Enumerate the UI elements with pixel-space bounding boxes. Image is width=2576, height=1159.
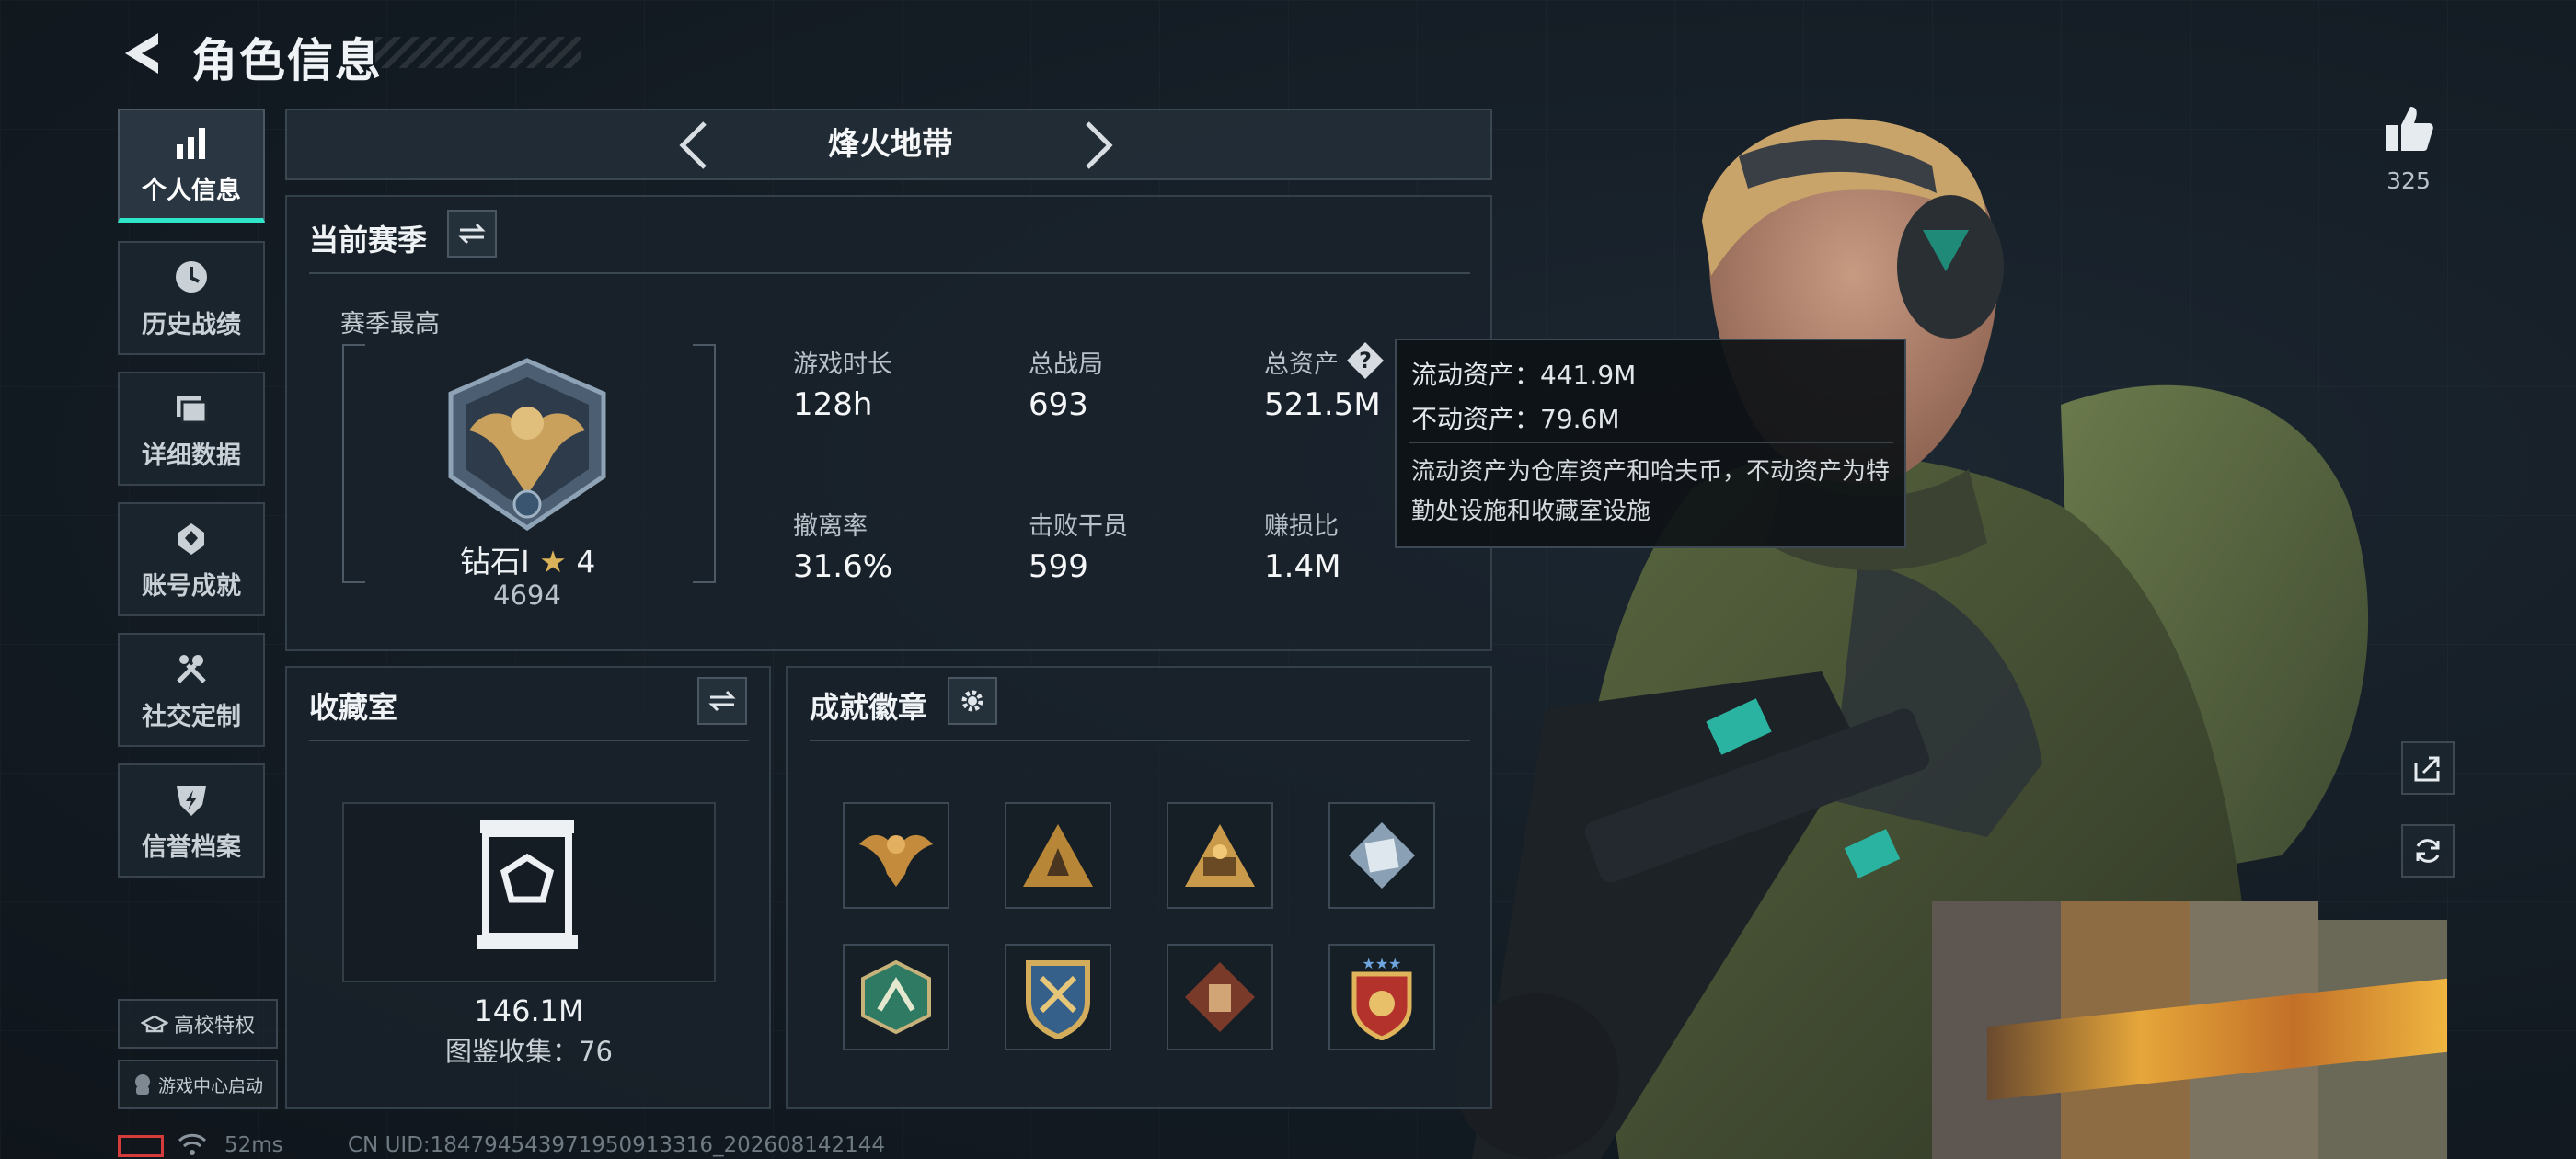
gear-icon [961,690,983,712]
thumbs-up-icon[interactable] [2383,103,2434,155]
shield-crest-badge-icon [1026,960,1090,1039]
page-title: 角色信息 [191,34,383,87]
game-center-icon [134,1074,150,1095]
rank-score: 4694 [493,580,561,611]
campus-privilege-label: 高校特权 [173,1015,255,1038]
sidebar-item-label: 社交定制 [142,702,241,731]
wrench-icon [171,648,212,689]
triangle-badge-icon [1023,824,1093,887]
badge-diamond[interactable] [1167,944,1273,1050]
chevron-left-icon[interactable] [668,118,723,173]
mode-label: 烽火地带 [828,126,953,163]
badge-dice[interactable] [1328,802,1435,909]
stat-label: 撤离率 [793,512,868,541]
game-center-button[interactable]: 游戏中心启动 [118,1060,278,1109]
diamond-badge-icon [1185,962,1255,1032]
sidebar-item-label: 详细数据 [142,441,241,470]
sidebar-item-history[interactable]: 历史战绩 [118,241,265,355]
sidebar-item-details[interactable]: 详细数据 [118,372,265,486]
sidebar-item-label: 信誉档案 [142,832,241,862]
stat-value: 693 [1029,386,1088,423]
sidebar-item-achievements[interactable]: 账号成就 [118,502,265,616]
assets-description: 流动资产为仓库资产和哈夫币，不动资产为特勤处设施和收藏室设施 [1411,458,1891,525]
sidebar-item-label: 账号成就 [142,571,241,601]
badge-star-crest[interactable]: ★★★ [1328,944,1435,1050]
share-button[interactable] [2401,741,2455,795]
season-switch-button[interactable] [447,210,497,258]
mode-selector: 烽火地带 [285,109,1492,180]
badges-title: 成就徽章 [810,690,928,725]
stat-label: 击败干员 [1029,512,1128,541]
sidebar-item-label: 历史战绩 [142,310,241,339]
rank-row: 钻石Ⅰ ★ 4 [460,537,595,581]
achievement-icon [171,518,212,558]
wifi-icon [178,1133,207,1155]
refresh-icon [2416,839,2440,863]
collection-title: 收藏室 [309,690,398,725]
stat-label: 赚损比 [1264,512,1339,541]
stat-label: 总资产 [1264,350,1339,379]
bar-chart-icon [171,122,212,163]
liquid-assets: 流动资产：441.9M [1411,360,1637,390]
game-center-label: 游戏中心启动 [157,1075,263,1096]
svg-text:★★★: ★★★ [1362,955,1401,972]
stat-value: 128h [793,386,873,423]
gold-triangle-badge-icon [1185,824,1255,887]
badge-eagle[interactable] [843,802,949,909]
help-icon[interactable]: ? [1345,340,1386,381]
share-icon [2414,756,2440,782]
user-uid: CN UID:184794543971950913316_20260814214… [348,1133,886,1157]
rank-emblem-icon [448,358,606,532]
rank-stars: 4 [576,544,596,580]
title-decoration [375,37,581,68]
svg-text:?: ? [1359,348,1372,373]
badge-shield-crest[interactable] [1005,944,1111,1050]
sidebar-item-social[interactable]: 社交定制 [118,633,265,747]
hexagon-badge-icon [861,959,931,1035]
assets-tooltip: 流动资产：441.9M 不动资产：79.6M 流动资产为仓库资产和哈夫币，不动资… [1395,339,1906,548]
ping-value: 52ms [224,1133,283,1157]
battery-icon [118,1135,164,1157]
dice-badge-icon [1349,822,1415,889]
sidebar-item-reputation[interactable]: 信誉档案 [118,763,265,878]
collection-value: 146.1M [474,993,584,1028]
sidebar-item-personal-info[interactable]: 个人信息 [118,109,265,223]
campus-icon [140,1015,168,1033]
campus-privilege-button[interactable]: 高校特权 [118,999,278,1049]
badges-settings-button[interactable] [948,677,997,725]
stat-value: 599 [1029,548,1088,585]
refresh-button[interactable] [2401,824,2455,878]
star-icon: ★ [539,544,567,580]
collection-catalog: 图鉴收集：76 [445,1036,613,1067]
divider [810,740,1470,741]
stat-value: 31.6% [793,548,893,585]
stat-value: 1.4M [1264,548,1341,585]
fixed-assets: 不动资产：79.6M [1411,404,1620,434]
back-arrow-icon[interactable] [118,28,164,79]
clock-icon [171,257,212,297]
display-case-icon [477,820,578,949]
badge-hexagon[interactable] [843,944,949,1050]
season-title: 当前赛季 [309,223,428,258]
swap-icon [708,690,736,712]
stat-value: 521.5M [1264,386,1381,423]
chevron-right-icon[interactable] [1069,118,1124,173]
divider [309,272,1470,274]
divider [1409,442,1893,443]
collection-switch-button[interactable] [697,677,747,725]
stat-label: 游戏时长 [793,350,892,379]
eagle-badge-icon [859,834,933,887]
divider [309,740,749,741]
swap-icon [458,223,486,245]
folder-icon [171,387,212,428]
season-best-label: 赛季最高 [340,310,440,339]
badge-triangle[interactable] [1005,802,1111,909]
rank-name: 钻石Ⅰ [460,544,530,580]
like-count: 325 [2386,167,2431,194]
sidebar-item-label: 个人信息 [142,177,241,205]
badge-gold-triangle[interactable] [1167,802,1273,909]
stat-label: 总战局 [1029,350,1103,379]
shield-icon [171,779,212,820]
star-crest-badge-icon: ★★★ [1351,955,1412,1040]
